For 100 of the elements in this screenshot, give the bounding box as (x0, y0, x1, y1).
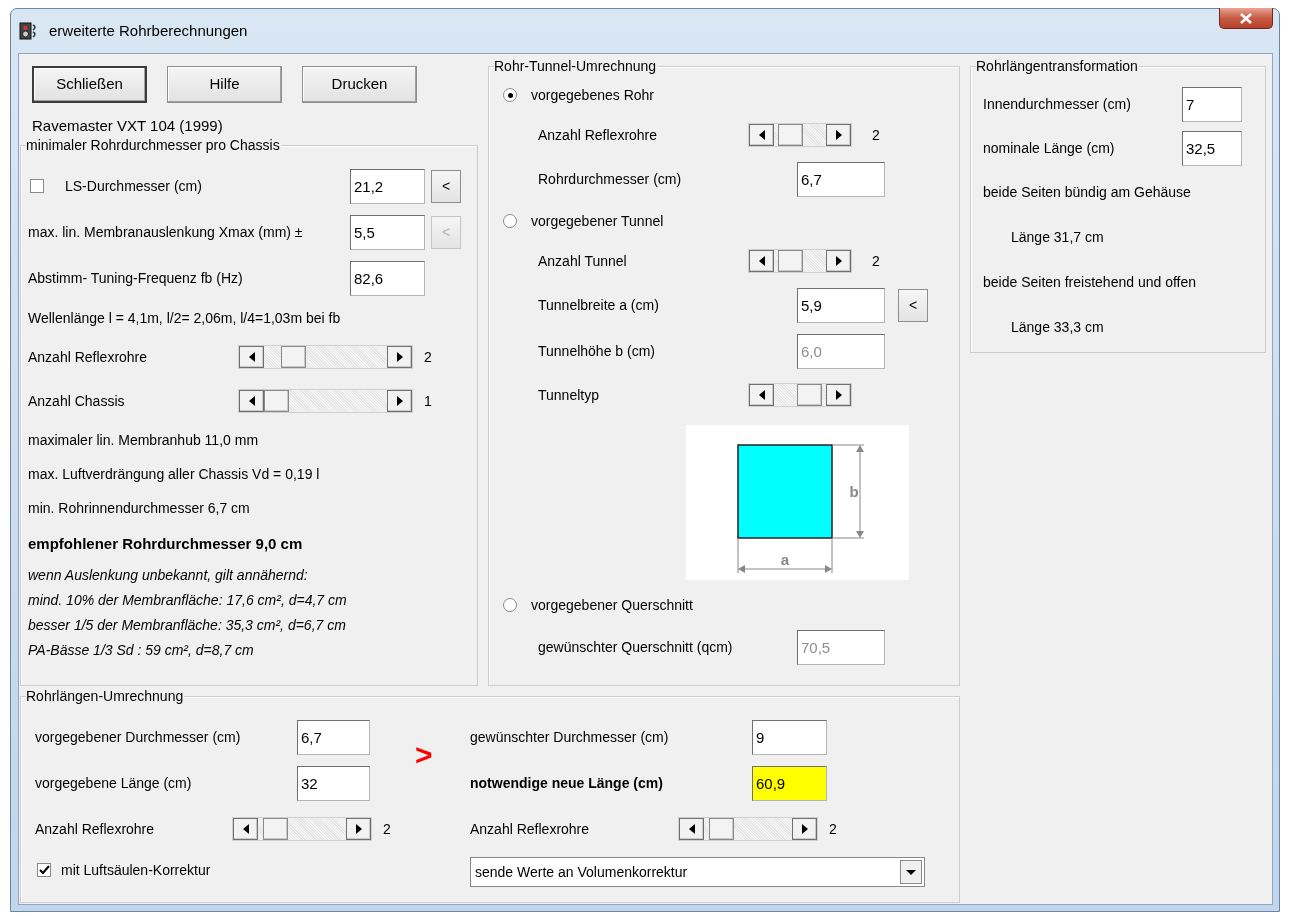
arrow-sign: > (415, 740, 434, 770)
info-text: maximaler lin. Membranhub 11,0 mm (28, 430, 259, 450)
close-icon (1239, 12, 1253, 24)
radio-button[interactable] (503, 88, 517, 102)
triangle-right-icon (801, 824, 808, 834)
info-text: Länge 31,7 cm (1011, 228, 1104, 247)
field-label: vorgegebene Länge (cm) (35, 773, 193, 793)
scroll-left-button[interactable] (749, 250, 774, 272)
group-title: Rohr-Tunnel-Umrechnung (494, 58, 658, 75)
input-field[interactable]: 21,2 (350, 168, 425, 204)
input-field[interactable]: 5,5 (350, 214, 425, 250)
info-text: Länge 33,3 cm (1011, 318, 1104, 337)
scroll-left-button[interactable] (749, 124, 774, 146)
field-label: Anzahl Reflexrohre (538, 125, 659, 145)
info-text: wenn Auslenkung unbekannt, gilt annähernd: (28, 566, 308, 585)
push-button[interactable]: Drucken (302, 66, 417, 103)
scroll-right-button[interactable] (826, 384, 851, 406)
input-field[interactable]: 6,7 (297, 719, 370, 755)
model-label: Ravemaster VXT 104 (1999) (32, 116, 224, 136)
value-text: 2 (872, 125, 880, 145)
scroll-thumb[interactable] (709, 818, 735, 840)
speaker-icon (19, 21, 39, 41)
field-label: Tunnelbreite a (cm) (538, 295, 660, 315)
close-button[interactable] (1219, 8, 1273, 29)
field-label: Abstimm- Tuning-Frequenz fb (Hz) (28, 268, 244, 288)
apply-button[interactable]: < (898, 288, 928, 322)
triangle-left-icon (758, 130, 765, 140)
triangle-right-icon (835, 256, 842, 266)
scroll-thumb[interactable] (263, 818, 289, 840)
scroll-right-button[interactable] (387, 390, 412, 412)
info-text: beide Seiten bündig am Gehäuse (983, 183, 1191, 202)
input-field[interactable]: 32 (297, 765, 370, 801)
dropdown[interactable]: sende Werte an Volumenkorrektur (470, 857, 925, 887)
triangle-right-icon (396, 396, 403, 406)
triangle-right-icon (396, 352, 403, 362)
input-field[interactable]: 7 (1182, 86, 1242, 122)
scrollbar[interactable] (238, 345, 413, 369)
value-text: 2 (829, 819, 837, 839)
triangle-right-icon (835, 390, 842, 400)
info-text: PA-Bässe 1/3 Sd : 59 cm², d=8,7 cm (28, 641, 254, 660)
field-label: Tunnelhöhe b (cm) (538, 341, 656, 361)
radio-button[interactable] (503, 598, 517, 612)
checkbox[interactable] (37, 863, 51, 877)
scroll-right-button[interactable] (826, 124, 851, 146)
checkbox-label[interactable]: mit Luftsäulen-Korrektur (61, 859, 211, 881)
info-text: beide Seiten freistehend und offen (983, 273, 1197, 292)
radio-button[interactable] (503, 214, 517, 228)
info-text: min. Rohrinnendurchmesser 6,7 cm (28, 498, 250, 518)
scrollbar[interactable] (748, 383, 852, 407)
field-label: Anzahl Chassis (28, 391, 126, 411)
input-field[interactable]: 6,7 (797, 161, 885, 197)
input-field[interactable]: 60,9 (752, 765, 827, 801)
group-title: Rohrlängen-Umrechnung (26, 688, 185, 705)
scroll-right-button[interactable] (346, 818, 371, 840)
apply-button[interactable]: < (431, 169, 461, 203)
triangle-left-icon (248, 396, 255, 406)
input-field[interactable]: 5,9 (797, 287, 885, 323)
info-text: max. Luftverdrängung aller Chassis Vd = 0,19 l (28, 464, 320, 484)
input-field[interactable]: 82,6 (350, 260, 425, 296)
field-label: gewünschter Durchmesser (cm) (470, 727, 670, 747)
value-text: 1 (424, 391, 432, 411)
scroll-thumb[interactable] (796, 384, 822, 406)
input-field[interactable]: 32,5 (1182, 130, 1242, 166)
field-label: LS-Durchmesser (cm) (65, 176, 203, 196)
field-label: Anzahl Reflexrohre (35, 819, 156, 839)
dimension-label: a (780, 551, 790, 568)
radio-label[interactable]: vorgegebenes Rohr (531, 84, 654, 106)
push-button[interactable]: Schließen (32, 66, 147, 103)
scroll-right-button[interactable] (387, 346, 412, 368)
scrollbar[interactable] (678, 817, 818, 841)
scroll-thumb[interactable] (778, 124, 804, 146)
scroll-thumb[interactable] (264, 390, 289, 412)
value-text: 2 (872, 251, 880, 271)
dropdown-button[interactable] (900, 860, 922, 884)
scrollbar[interactable] (748, 249, 852, 273)
scroll-thumb[interactable] (280, 346, 306, 368)
scroll-right-button[interactable] (792, 818, 817, 840)
scroll-left-button[interactable] (239, 346, 264, 368)
scroll-left-button[interactable] (749, 384, 774, 406)
field-label: Innendurchmesser (cm) (983, 94, 1132, 114)
scroll-left-button[interactable] (233, 818, 258, 840)
value-text: 2 (424, 347, 432, 367)
radio-label[interactable]: vorgegebener Tunnel (531, 210, 664, 232)
input-field[interactable]: 9 (752, 719, 827, 755)
scroll-left-button[interactable] (679, 818, 704, 840)
scrollbar[interactable] (238, 389, 413, 413)
info-text: mind. 10% der Membranfläche: 17,6 cm², d=4,7 cm (28, 591, 347, 610)
radio-label[interactable]: vorgegebener Querschnitt (531, 594, 693, 616)
info-text: besser 1/5 der Membranfläche: 35,3 cm², d=6,7 cm (28, 616, 346, 635)
field-label: notwendige neue Länge (cm) (470, 773, 664, 793)
scroll-right-button[interactable] (826, 250, 851, 272)
dimension-label: b (849, 483, 859, 500)
push-button[interactable]: Hilfe (167, 66, 282, 103)
scrollbar[interactable] (232, 817, 372, 841)
field-label: Anzahl Reflexrohre (470, 819, 591, 839)
field-label: gewünschter Querschnitt (qcm) (538, 637, 734, 657)
scrollbar[interactable] (748, 123, 852, 147)
scroll-thumb[interactable] (778, 250, 804, 272)
scroll-left-button[interactable] (239, 390, 264, 412)
checkbox[interactable] (30, 179, 44, 193)
